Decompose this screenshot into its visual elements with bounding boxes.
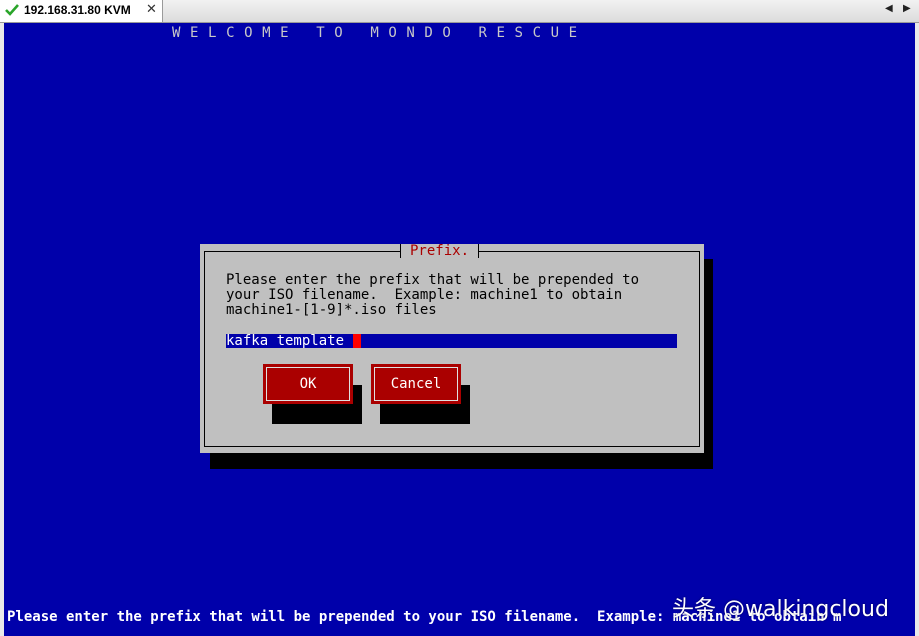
tab-title: 192.168.31.80 KVM — [24, 3, 131, 17]
watermark: 头条 @walkingcloud — [672, 597, 889, 622]
text-cursor — [353, 334, 361, 348]
dialog-prompt: Please enter the prefix that will be pre… — [226, 272, 640, 318]
prefix-dialog: Prefix. Please enter the prefix that wil… — [200, 244, 704, 453]
checkmark-icon — [5, 4, 19, 16]
window-titlebar: 192.168.31.80 KVM ✕ ◀ ▶ — [0, 0, 919, 23]
cancel-button[interactable]: Cancel — [371, 364, 461, 404]
cancel-button-label: Cancel — [374, 367, 458, 401]
console-screen: WELCOME TO MONDO RESCUE Prefix. Please e… — [0, 23, 919, 636]
scroll-left-icon[interactable]: ◀ — [885, 3, 893, 14]
scroll-right-icon[interactable]: ▶ — [903, 3, 911, 14]
session-tab[interactable]: 192.168.31.80 KVM ✕ — [0, 0, 163, 22]
prefix-input[interactable] — [226, 334, 677, 348]
welcome-header: WELCOME TO MONDO RESCUE — [172, 25, 587, 41]
ok-button-label: OK — [266, 367, 350, 401]
close-icon[interactable]: ✕ — [146, 2, 157, 17]
ok-button[interactable]: OK — [263, 364, 353, 404]
dialog-title: Prefix. — [400, 244, 480, 258]
